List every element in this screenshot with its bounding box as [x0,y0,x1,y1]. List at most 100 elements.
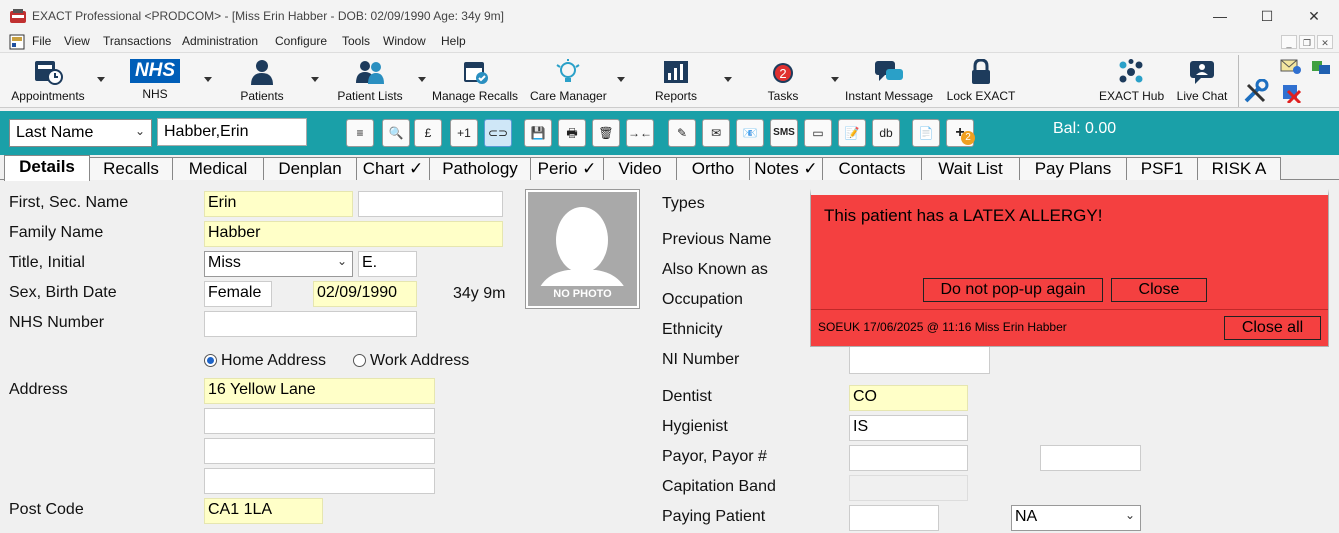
mdi-close-button[interactable]: ✕ [1317,35,1333,49]
patient-lists-dropdown-arrow[interactable] [418,77,426,82]
address-line-3-field[interactable] [204,438,435,464]
tab-perio[interactable]: Perio ✓ [530,157,604,180]
email-button[interactable]: 📧 [736,119,764,147]
list-button[interactable]: ≡ [346,119,374,147]
first-name-field[interactable]: Erin [204,191,353,217]
plus-one-button[interactable]: +1 [450,119,478,147]
sex-field[interactable]: Female [204,281,272,307]
tab-ortho[interactable]: Ortho [676,157,750,180]
menu-tools[interactable]: Tools [342,34,370,48]
menu-administration[interactable]: Administration [182,34,258,48]
home-address-radio[interactable] [204,354,217,367]
tab-chart[interactable]: Chart ✓ [356,157,430,180]
exact-hub-button[interactable]: EXACT Hub [1099,59,1164,105]
ni-number-field[interactable] [849,346,990,374]
menu-view[interactable]: View [64,34,90,48]
live-chat-button[interactable]: Live Chat [1174,59,1230,105]
minimize-button[interactable]: — [1208,6,1232,26]
birth-date-field[interactable]: 02/09/1990 [313,281,417,307]
tasks-dropdown-arrow[interactable] [831,77,839,82]
merge-button[interactable]: →← [626,119,654,147]
mdi-minimize-button[interactable]: _ [1281,35,1297,49]
documents-button[interactable]: 📄 [912,119,940,147]
hygienist-field[interactable]: IS [849,415,968,441]
card-button[interactable]: ▭ [804,119,832,147]
menu-file[interactable]: File [32,34,51,48]
address-line-2-field[interactable] [204,408,435,434]
tab-notes[interactable]: Notes ✓ [749,157,823,180]
appointments-button[interactable]: Appointments [6,59,90,105]
patient-lists-button[interactable]: Patient Lists [336,59,404,105]
payor-field[interactable] [849,445,968,471]
link-button[interactable]: ⊂⊃ [484,119,512,147]
remove-icon[interactable] [1280,83,1302,103]
reports-button[interactable]: Reports [648,59,704,105]
paying-patient-field[interactable] [849,505,939,531]
do-not-popup-again-button[interactable]: Do not pop-up again [923,278,1103,302]
menu-help[interactable]: Help [441,34,466,48]
close-alert-button[interactable]: Close [1111,278,1207,302]
note-button[interactable]: 📝 [838,119,866,147]
nhs-dropdown-arrow[interactable] [204,77,212,82]
paying-patient-select[interactable]: NA ⌄ [1011,505,1141,531]
lock-exact-button[interactable]: Lock EXACT [946,59,1016,105]
sms-button[interactable]: SMS [770,119,798,147]
close-all-button[interactable]: Close all [1224,316,1321,340]
tab-pathology[interactable]: Pathology [429,157,531,180]
letter-button[interactable]: ✉ [702,119,730,147]
maximize-button[interactable]: ☐ [1255,6,1279,26]
patients-button[interactable]: Patients [230,59,294,105]
manage-recalls-button[interactable]: Manage Recalls [432,59,518,105]
patient-photo[interactable]: NO PHOTO [525,189,640,309]
care-manager-dropdown-arrow[interactable] [617,77,625,82]
care-manager-button[interactable]: Care Manager [530,59,607,105]
find-button[interactable]: 🔍 [382,119,410,147]
menu-window[interactable]: Window [383,34,426,48]
tab-risk-a[interactable]: RISK A [1197,157,1281,180]
title-select[interactable]: Miss ⌄ [204,251,353,277]
tab-recalls[interactable]: Recalls [89,157,173,180]
address-line-1-field[interactable]: 16 Yellow Lane [204,378,435,404]
work-address-radio[interactable] [353,354,366,367]
search-field-select[interactable]: Last Name ⌄ [9,119,152,147]
reports-dropdown-arrow[interactable] [724,77,732,82]
save-button[interactable]: 💾 [524,119,552,147]
tab-pay-plans[interactable]: Pay Plans [1019,157,1127,180]
appointments-dropdown-arrow[interactable] [97,77,105,82]
initial-field[interactable]: E. [358,251,417,277]
menu-configure[interactable]: Configure [275,34,327,48]
dentist-field[interactable]: CO [849,385,968,411]
popup-divider [811,309,1328,310]
patient-search-bar: Last Name ⌄ Habber,Erin ≡ 🔍 £ +1 ⊂⊃ 💾 🖶 … [0,111,1339,155]
database-button[interactable]: db [872,119,900,147]
tab-video[interactable]: Video [603,157,677,180]
tab-contacts[interactable]: Contacts [822,157,922,180]
address-line-4-field[interactable] [204,468,435,494]
tab-psf1[interactable]: PSF1 [1126,157,1198,180]
mail-settings-icon[interactable] [1280,57,1302,75]
close-window-button[interactable]: ✕ [1302,6,1326,26]
delete-button[interactable]: 🗑 [592,119,620,147]
menu-transactions[interactable]: Transactions [103,34,171,48]
edit-button[interactable]: ✎ [668,119,696,147]
nhs-number-field[interactable] [204,311,417,337]
tasks-button[interactable]: 2 Tasks [760,59,806,105]
nhs-button[interactable]: NHS NHS [122,59,188,105]
patient-search-input[interactable]: Habber,Erin [157,118,307,146]
second-name-field[interactable] [358,191,503,217]
payor-number-field[interactable] [1040,445,1141,471]
instant-message-button[interactable]: Instant Message [845,59,933,105]
mdi-restore-button[interactable]: ❐ [1299,35,1315,49]
print-button[interactable]: 🖶 [558,119,586,147]
tab-details[interactable]: Details [4,155,90,181]
transfer-icon[interactable] [1310,57,1332,75]
tools-wrench-icon[interactable] [1242,79,1270,105]
patients-dropdown-arrow[interactable] [311,77,319,82]
tab-denplan[interactable]: Denplan [263,157,357,180]
family-name-field[interactable]: Habber [204,221,503,247]
pound-button[interactable]: £ [414,119,442,147]
lock-exact-label: Lock EXACT [946,89,1016,103]
tab-medical[interactable]: Medical [172,157,264,180]
tab-wait-list[interactable]: Wait List [921,157,1020,180]
post-code-field[interactable]: CA1 1LA [204,498,323,524]
